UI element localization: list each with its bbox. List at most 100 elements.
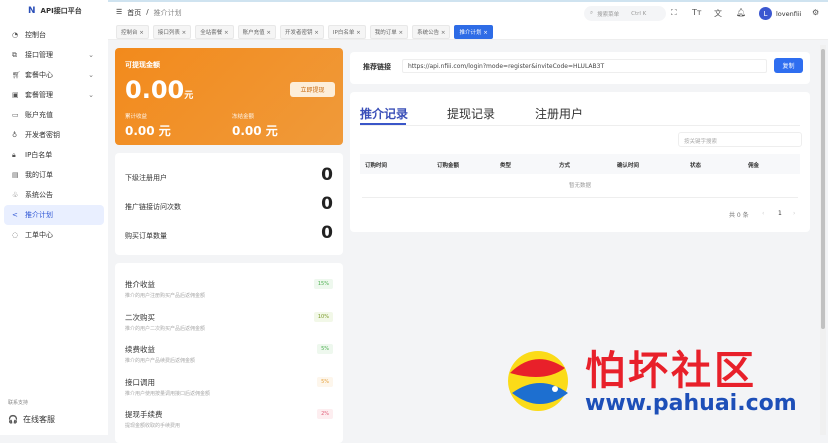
close-icon[interactable]: × — [441, 30, 446, 36]
tab-item[interactable]: 我的订单 × — [369, 24, 409, 39]
chevron-down-icon: ⌄ — [88, 71, 94, 79]
stat-label: 推广链接访问次数 — [125, 203, 181, 211]
referral-link-label: 推荐链接 — [363, 63, 391, 71]
sidebar-item-0[interactable]: ◔ 控制台 — [4, 25, 104, 45]
bell-icon[interactable]: 🔔︎ — [736, 8, 746, 17]
column-header: 订购时间 — [365, 163, 388, 169]
header: ☰ 首页 / 推介计划 ⌕ 搜索菜单 Ctrl K ⛶ Tт 文 🔔︎ L lovenfi… — [108, 0, 828, 24]
sidebar-item-10[interactable]: ◌ 工单中心 — [4, 225, 104, 245]
stat-label: 下级注册用户 — [125, 174, 167, 182]
rate-description: 推介的用户二次购买产品后返佣金额 — [125, 325, 206, 332]
avatar[interactable]: L — [759, 7, 772, 20]
divider — [360, 125, 800, 126]
tab-item[interactable]: IP白名单 × — [327, 24, 366, 39]
folder-icon: ▭ — [12, 111, 19, 119]
app-title: API接口平台 — [40, 7, 82, 15]
referral-link-input[interactable]: https://api.nfiii.com/login?mode=registe… — [402, 59, 767, 73]
sidebar-item-label: 接口管理 — [25, 51, 53, 59]
close-icon[interactable]: × — [483, 30, 488, 36]
font-size-icon[interactable]: Tт — [692, 8, 702, 17]
frozen-amount-value: 0.00 元 — [232, 124, 278, 138]
sidebar-item-3[interactable]: ▣ 套餐管理 ⌄ — [4, 85, 104, 105]
breadcrumb: ☰ 首页 / 推介计划 — [116, 8, 182, 18]
breadcrumb-home[interactable]: 首页 — [127, 8, 141, 18]
sidebar-item-label: 套餐管理 — [25, 91, 53, 99]
watermark-logo-icon — [500, 343, 575, 423]
rate-title: 接口调用 — [125, 377, 155, 387]
rate-title: 推介收益 — [125, 280, 155, 289]
search-menu-input[interactable]: ⌕ 搜索菜单 Ctrl K — [584, 6, 666, 21]
column-header: 订购金额 — [437, 163, 460, 169]
withdraw-button[interactable]: 立即提现 — [290, 82, 335, 97]
rates-card: 推介收益 推介的用户注册购买产品后返佣金额 15% 二次购买 推介的用户二次购买产品后返… — [115, 263, 343, 443]
sidebar-item-7[interactable]: ▤ 我的订单 — [4, 165, 104, 185]
close-icon[interactable]: × — [356, 30, 361, 36]
settings-icon[interactable]: ⚙ — [812, 8, 819, 17]
online-service-link[interactable]: 🎧 在线客服 — [8, 414, 55, 425]
rate-description: 推介的用户注册购买产品后返佣金额 — [125, 293, 206, 299]
sidebar-item-2[interactable]: 🛒︎ 套餐中心 ⌄ — [4, 65, 104, 85]
page-1-button[interactable]: 1 — [778, 210, 782, 217]
username[interactable]: lovenfiii — [776, 10, 801, 18]
close-icon[interactable]: × — [139, 30, 144, 36]
chevron-down-icon: ⌄ — [88, 51, 94, 59]
tab-withdraw-records[interactable]: 提现记录 — [447, 105, 495, 122]
support-label: 联系支持 — [8, 400, 29, 406]
balance-amount: 0.00元 — [125, 76, 194, 104]
copy-button[interactable]: 复制 — [774, 58, 803, 73]
sidebar-item-label: 我的订单 — [25, 171, 53, 179]
close-icon[interactable]: × — [182, 30, 187, 36]
stat-value: 0 — [321, 194, 333, 214]
rate-description: 提现金额收取的手续费用 — [125, 423, 181, 429]
rate-title: 二次购买 — [125, 312, 155, 322]
tab-item[interactable]: 系统公告 × — [412, 24, 451, 39]
prev-page-button[interactable]: ‹ — [762, 210, 764, 217]
close-icon[interactable]: × — [266, 30, 271, 36]
breadcrumb-current: 推介计划 — [153, 9, 182, 17]
tab-referral-records[interactable]: 推介记录 — [360, 105, 408, 122]
pagination-total: 共 0 条 — [729, 212, 749, 219]
sidebar-item-5[interactable]: ♁ 开发者密钥 — [4, 125, 104, 145]
total-earnings-label: 累计收益 — [125, 114, 148, 120]
sidebar-item-label: IP白名单 — [25, 151, 53, 159]
sidebar-item-9[interactable]: < 推介计划 — [4, 205, 104, 225]
sidebar-item-1[interactable]: ⧉ 接口管理 ⌄ — [4, 45, 104, 65]
sidebar-item-6[interactable]: 🔒︎ IP白名单 — [4, 145, 104, 165]
tab-item[interactable]: 接口列表 × — [152, 24, 192, 39]
sidebar-item-4[interactable]: ▭ 账户充值 — [4, 105, 104, 125]
translate-icon[interactable]: 文 — [714, 8, 722, 19]
app-logo: N API接口平台 — [0, 0, 108, 22]
sidebar-item-label: 套餐中心 — [25, 71, 53, 79]
cart-icon: 🛒︎ — [12, 71, 21, 79]
dashboard-icon: ◔ — [12, 31, 19, 39]
menu-toggle-icon[interactable]: ☰ — [116, 8, 122, 18]
next-page-button[interactable]: › — [793, 210, 795, 217]
stat-label: 购买订单数量 — [125, 232, 167, 240]
tab-item[interactable]: 全站套餐 × — [195, 24, 234, 39]
sidebar-item-8[interactable]: ♧ 系统公告 — [4, 185, 104, 205]
tab-registered-users[interactable]: 注册用户 — [535, 105, 583, 122]
close-icon[interactable]: × — [224, 30, 229, 36]
stat-value: 0 — [321, 223, 333, 243]
tab-item[interactable]: 账户充值 × — [237, 24, 276, 39]
chevron-down-icon: ⌄ — [88, 91, 94, 99]
keyword-search-input[interactable]: 按关键字搜索 — [678, 132, 802, 147]
fullscreen-icon[interactable]: ⛶ — [671, 8, 677, 18]
ticket-icon: ◌ — [12, 231, 19, 239]
column-header: 方式 — [559, 163, 571, 169]
referral-link-card: 推荐链接 https://api.nfiii.com/login?mode=re… — [350, 52, 810, 84]
close-icon[interactable]: × — [314, 30, 319, 36]
tab-item[interactable]: 推介计划 × — [454, 24, 493, 39]
rate-description: 推介的用户产品续费后返佣金额 — [125, 358, 196, 364]
empty-state: 暂无数据 — [568, 183, 591, 189]
tab-item[interactable]: 控制台 × — [116, 24, 149, 39]
tab-item[interactable]: 开发者密钥 × — [280, 24, 324, 39]
headset-icon: 🎧 — [8, 415, 18, 424]
column-header: 类型 — [500, 163, 512, 169]
search-shortcut: Ctrl K — [631, 10, 647, 17]
scrollbar[interactable] — [820, 45, 826, 435]
close-icon[interactable]: × — [398, 30, 403, 36]
logo-icon: N — [28, 6, 36, 16]
rate-badge: 10% — [313, 311, 333, 322]
sidebar-nav: ◔ 控制台 ⧉ 接口管理 ⌄ 🛒︎ 套餐中心 ⌄ ▣ 套餐管理 ⌄ ▭ 账户充值 ♁ 开发者密钥 🔒︎ IP白名… — [0, 25, 108, 245]
